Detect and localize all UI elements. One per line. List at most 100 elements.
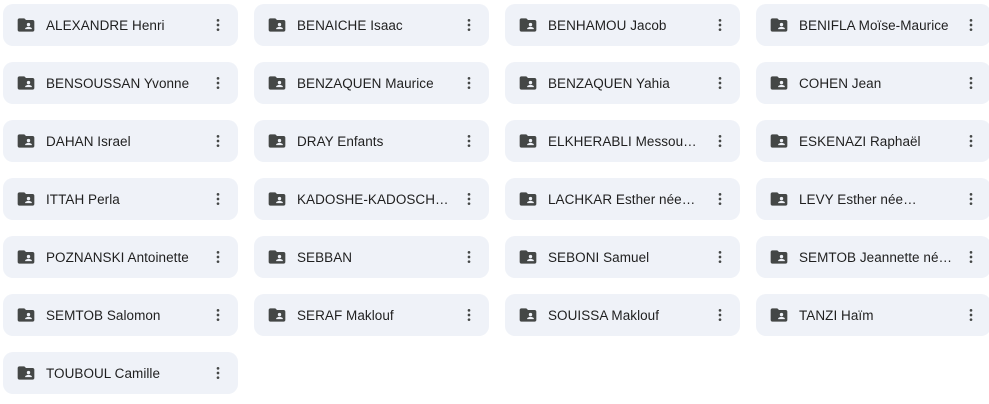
folder-name: DRAY Enfants: [297, 133, 384, 149]
folder-name: BENZAQUEN Maurice: [297, 75, 434, 91]
folder-card[interactable]: SEMTOB Jeannette née…: [756, 236, 989, 278]
shared-folder-icon: [769, 73, 789, 93]
folder-card[interactable]: ELKHERABLI Messouda-…: [505, 120, 740, 162]
more-vert-icon[interactable]: [204, 185, 232, 213]
shared-folder-icon: [16, 131, 36, 151]
more-vert-icon[interactable]: [706, 11, 734, 39]
folder-name: KADOSHE-KADOSCHE…: [297, 191, 451, 207]
folder-card[interactable]: BENSOUSSAN Yvonne: [3, 62, 238, 104]
folder-card[interactable]: SERAF Maklouf: [254, 294, 489, 336]
shared-folder-icon: [769, 247, 789, 267]
shared-folder-icon: [16, 305, 36, 325]
folder-name: BENAICHE Isaac: [297, 17, 403, 33]
folder-card[interactable]: ITTAH Perla: [3, 178, 238, 220]
shared-folder-icon: [16, 15, 36, 35]
more-vert-icon[interactable]: [204, 11, 232, 39]
folder-card[interactable]: BENAICHE Isaac: [254, 4, 489, 46]
shared-folder-icon: [769, 189, 789, 209]
more-vert-icon[interactable]: [706, 127, 734, 155]
more-vert-icon[interactable]: [455, 301, 483, 329]
more-vert-icon[interactable]: [204, 301, 232, 329]
folder-card[interactable]: TANZI Haïm: [756, 294, 989, 336]
folder-name: SEMTOB Jeannette née…: [799, 249, 953, 265]
shared-folder-icon: [267, 189, 287, 209]
more-vert-icon[interactable]: [957, 69, 985, 97]
more-vert-icon[interactable]: [957, 185, 985, 213]
folder-name: SEBBAN: [297, 249, 353, 265]
shared-folder-icon: [267, 305, 287, 325]
folder-name: BENZAQUEN Yahia: [548, 75, 670, 91]
more-vert-icon[interactable]: [706, 185, 734, 213]
shared-folder-icon: [16, 247, 36, 267]
folder-name: SEMTOB Salomon: [46, 307, 161, 323]
more-vert-icon[interactable]: [204, 359, 232, 387]
more-vert-icon[interactable]: [957, 243, 985, 271]
folder-name: BENSOUSSAN Yvonne: [46, 75, 190, 91]
more-vert-icon[interactable]: [706, 301, 734, 329]
more-vert-icon[interactable]: [455, 127, 483, 155]
folder-name: BENIFLA Moïse-Maurice: [799, 17, 949, 33]
more-vert-icon[interactable]: [957, 301, 985, 329]
folder-card[interactable]: SEBONI Samuel: [505, 236, 740, 278]
shared-folder-icon: [769, 305, 789, 325]
more-vert-icon[interactable]: [204, 243, 232, 271]
folder-card[interactable]: LEVY Esther née…: [756, 178, 989, 220]
shared-folder-icon: [267, 131, 287, 151]
shared-folder-icon: [518, 73, 538, 93]
folder-card[interactable]: BENZAQUEN Maurice: [254, 62, 489, 104]
folder-card[interactable]: ESKENAZI Raphaël: [756, 120, 989, 162]
folder-grid: ALEXANDRE Henri BENAICHE Isaac BENHAMOU …: [0, 0, 989, 404]
folder-name: COHEN Jean: [799, 75, 882, 91]
shared-folder-icon: [267, 247, 287, 267]
shared-folder-icon: [518, 305, 538, 325]
folder-name: ITTAH Perla: [46, 191, 120, 207]
folder-card[interactable]: BENHAMOU Jacob: [505, 4, 740, 46]
more-vert-icon[interactable]: [957, 11, 985, 39]
more-vert-icon[interactable]: [455, 69, 483, 97]
more-vert-icon[interactable]: [204, 69, 232, 97]
more-vert-icon[interactable]: [455, 185, 483, 213]
shared-folder-icon: [267, 73, 287, 93]
more-vert-icon[interactable]: [957, 127, 985, 155]
more-vert-icon[interactable]: [706, 243, 734, 271]
more-vert-icon[interactable]: [204, 127, 232, 155]
shared-folder-icon: [16, 189, 36, 209]
shared-folder-icon: [769, 15, 789, 35]
folder-card[interactable]: SOUISSA Maklouf: [505, 294, 740, 336]
folder-name: ESKENAZI Raphaël: [799, 133, 921, 149]
folder-name: ELKHERABLI Messouda-…: [548, 133, 702, 149]
shared-folder-icon: [267, 15, 287, 35]
folder-name: TOUBOUL Camille: [46, 365, 161, 381]
folder-card[interactable]: TOUBOUL Camille: [3, 352, 238, 394]
folder-name: ALEXANDRE Henri: [46, 17, 165, 33]
folder-card[interactable]: COHEN Jean: [756, 62, 989, 104]
folder-name: POZNANSKI Antoinette: [46, 249, 189, 265]
folder-name: LACHKAR Esther née…: [548, 191, 696, 207]
folder-name: LEVY Esther née…: [799, 191, 917, 207]
folder-name: DAHAN Israel: [46, 133, 131, 149]
folder-name: SERAF Maklouf: [297, 307, 394, 323]
folder-card[interactable]: DRAY Enfants: [254, 120, 489, 162]
folder-card[interactable]: KADOSHE-KADOSCHE…: [254, 178, 489, 220]
folder-card[interactable]: LACHKAR Esther née…: [505, 178, 740, 220]
folder-name: SOUISSA Maklouf: [548, 307, 660, 323]
folder-card[interactable]: ALEXANDRE Henri: [3, 4, 238, 46]
folder-card[interactable]: POZNANSKI Antoinette: [3, 236, 238, 278]
folder-name: TANZI Haïm: [799, 307, 874, 323]
shared-folder-icon: [518, 131, 538, 151]
folder-card[interactable]: DAHAN Israel: [3, 120, 238, 162]
folder-card[interactable]: BENIFLA Moïse-Maurice: [756, 4, 989, 46]
shared-folder-icon: [16, 73, 36, 93]
folder-name: SEBONI Samuel: [548, 249, 650, 265]
folder-name: BENHAMOU Jacob: [548, 17, 667, 33]
folder-card[interactable]: BENZAQUEN Yahia: [505, 62, 740, 104]
folder-card[interactable]: SEBBAN: [254, 236, 489, 278]
shared-folder-icon: [518, 189, 538, 209]
shared-folder-icon: [518, 15, 538, 35]
folder-card[interactable]: SEMTOB Salomon: [3, 294, 238, 336]
shared-folder-icon: [769, 131, 789, 151]
shared-folder-icon: [518, 247, 538, 267]
more-vert-icon[interactable]: [455, 11, 483, 39]
more-vert-icon[interactable]: [706, 69, 734, 97]
more-vert-icon[interactable]: [455, 243, 483, 271]
